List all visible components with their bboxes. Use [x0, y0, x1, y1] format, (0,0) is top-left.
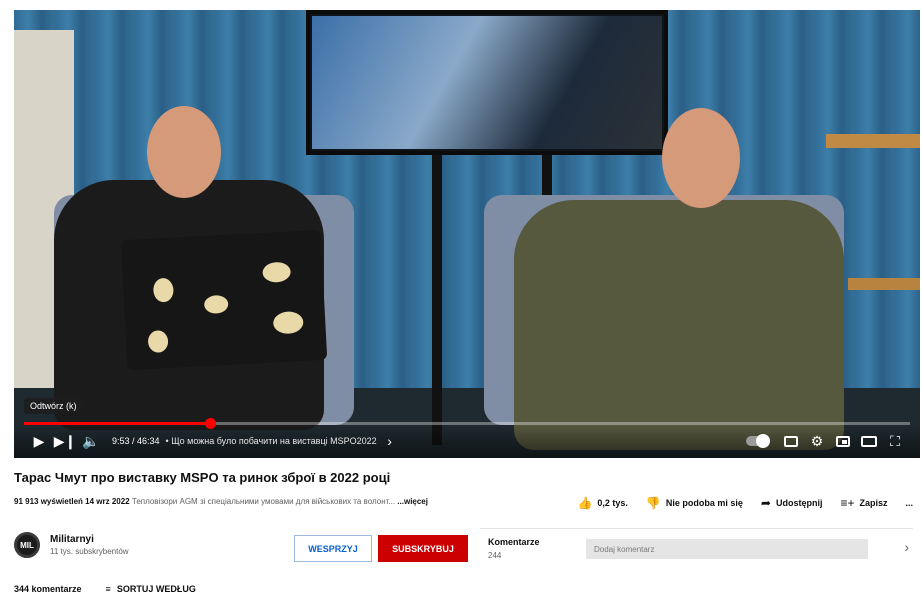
video-title: Тарас Чмут про виставку MSPO та ринок зб…	[14, 470, 391, 485]
dislike-button[interactable]: 👎 Nie podoba mi się	[646, 496, 743, 510]
share-label: Udostępnij	[775, 498, 823, 508]
comments-count: 244	[488, 551, 502, 560]
play-icon[interactable]: ▶	[26, 428, 52, 454]
laptop-sticker	[147, 329, 169, 354]
like-button[interactable]: 👍 0,2 tys.	[577, 496, 627, 510]
more-link[interactable]: ...więcej	[397, 497, 428, 506]
player-controls: ▶ ▶❙ 🔈 9:53 / 46:34 • Що можна було поба…	[14, 424, 920, 458]
theater-mode-icon[interactable]	[856, 428, 882, 454]
thumb-up-icon: 👍	[577, 496, 593, 510]
tv-monitor	[306, 10, 668, 155]
subscribe-button[interactable]: SUBSKRYBUJ	[378, 535, 468, 562]
sort-icon: ≡	[105, 584, 111, 594]
comment-input[interactable]: Dodaj komentarz	[586, 539, 868, 559]
like-count: 0,2 tys.	[597, 498, 628, 508]
dislike-label: Nie podoba mi się	[665, 498, 743, 508]
channel-info[interactable]: MIL Militarnyi 11 tys. subskrybentów	[14, 532, 129, 558]
theater-icon-shape	[861, 435, 877, 447]
chapter-title[interactable]: • Що можна було побачити на виставці MSP…	[166, 436, 377, 446]
comments-header: 344 komentarze ≡ SORTUJ WEDŁUG	[14, 584, 196, 594]
laptop	[120, 229, 328, 371]
autoplay-toggle[interactable]	[746, 434, 770, 448]
action-bar: 👍 0,2 tys. 👎 Nie podoba mi się ➦ Udostępnij…	[577, 496, 913, 510]
gear-icon[interactable]: ⚙	[804, 428, 830, 454]
playlist-add-icon: ≡+	[840, 496, 855, 510]
tv-screen	[312, 16, 662, 149]
background-shelf	[826, 134, 920, 148]
channel-name[interactable]: Militarnyi	[50, 534, 129, 545]
volume-icon[interactable]: 🔈	[78, 428, 104, 454]
laptop-sticker	[203, 294, 229, 315]
time-display: 9:53 / 46:34	[112, 436, 160, 446]
save-button[interactable]: ≡+ Zapisz	[840, 496, 887, 510]
miniplayer-icon[interactable]	[830, 428, 856, 454]
description-text: Тепловізори AGM зі спеціальними умовами …	[131, 497, 396, 506]
share-icon: ➦	[760, 496, 771, 510]
avatar[interactable]: MIL	[14, 532, 40, 558]
thumb-down-icon: 👎	[645, 496, 661, 510]
sort-button[interactable]: ≡ SORTUJ WEDŁUG	[106, 584, 196, 594]
background-shelf-lower	[848, 278, 920, 290]
play-tooltip: Odtwórz (k)	[24, 398, 83, 414]
laptop-sticker	[272, 310, 304, 335]
laptop-sticker	[262, 261, 292, 283]
support-button[interactable]: WESPRZYJ	[294, 535, 372, 562]
comments-label: Komentarze	[488, 537, 540, 547]
fullscreen-icon[interactable]: ⛶	[882, 428, 908, 454]
comments-panel[interactable]: Komentarze 244 Dodaj komentarz ›	[480, 528, 913, 572]
share-button[interactable]: ➦ Udostępnij	[761, 496, 823, 510]
miniplayer-icon-shape	[836, 435, 850, 447]
chevron-right-icon[interactable]: ›	[377, 428, 403, 454]
video-player[interactable]: Odtwórz (k) ▶ ▶❙ 🔈 9:53 / 46:34 • Що мож…	[14, 10, 920, 458]
tv-stand-left	[432, 155, 442, 445]
guest-right	[514, 200, 844, 450]
subscriber-count: 11 tys. subskrybentów	[50, 547, 129, 556]
chevron-right-icon[interactable]: ›	[904, 539, 909, 555]
next-icon[interactable]: ▶❙	[52, 428, 78, 454]
sort-label: SORTUJ WEDŁUG	[116, 584, 196, 594]
guest-right-head	[662, 108, 740, 208]
video-description[interactable]: 91 913 wyświetleń 14 wrz 2022 Тепловізор…	[14, 496, 464, 507]
save-label: Zapisz	[859, 498, 888, 508]
views-date: 91 913 wyświetleń 14 wrz 2022	[14, 497, 130, 506]
more-actions-button[interactable]: ...	[905, 498, 913, 508]
video-frame	[14, 10, 920, 458]
subtitles-icon[interactable]	[778, 428, 804, 454]
comments-total: 344 komentarze	[14, 584, 82, 594]
subtitles-icon-shape	[784, 435, 798, 447]
host-left-head	[147, 106, 221, 198]
laptop-sticker	[152, 277, 175, 303]
